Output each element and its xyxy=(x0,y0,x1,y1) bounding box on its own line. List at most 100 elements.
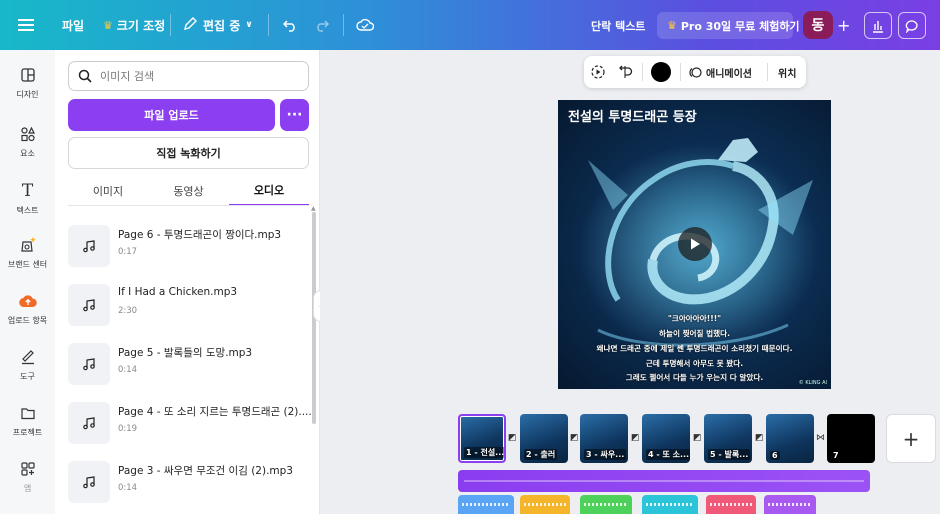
page-label: 7 xyxy=(831,451,841,460)
layout-icon xyxy=(20,64,36,86)
transition-icon[interactable]: ◩ xyxy=(755,433,764,443)
page-thumbnail[interactable]: 4 - 또 소... xyxy=(642,414,690,463)
audio-clip[interactable] xyxy=(458,495,514,514)
menu-icon[interactable] xyxy=(18,0,34,50)
playback-icon[interactable] xyxy=(590,56,606,88)
search-placeholder: 이미지 검색 xyxy=(100,70,155,83)
flip-icon[interactable] xyxy=(616,56,634,88)
transition-icon[interactable]: ◩ xyxy=(570,433,579,443)
page-label: 4 - 또 소... xyxy=(646,449,690,460)
rail-item-elements[interactable]: 요소 xyxy=(0,123,55,159)
page-thumbnail[interactable]: 5 - 발록... xyxy=(704,414,752,463)
music-note-icon xyxy=(68,461,110,503)
list-item[interactable]: Page 3 - 싸우면 무조건 이김 (2).mp3 0:14 xyxy=(68,457,298,509)
page-label: 2 - 출러 xyxy=(524,449,558,460)
transition-icon[interactable]: ◩ xyxy=(631,433,640,443)
uploads-panel: 이미지 검색 파일 업로드 ··· 직접 녹화하기 이미지 동영상 오디오 Pa… xyxy=(55,50,320,514)
rail-label: 앱 xyxy=(23,484,32,493)
editing-mode-dropdown[interactable]: 편집 중 ∨ xyxy=(183,0,253,50)
page-thumbnail[interactable]: 1 - 전설... xyxy=(458,414,506,463)
redo-icon[interactable] xyxy=(314,0,330,50)
upload-file-button[interactable]: 파일 업로드 xyxy=(68,99,275,131)
divider xyxy=(642,63,643,81)
transition-icon[interactable]: ⋈ xyxy=(816,433,825,443)
search-icon xyxy=(78,69,92,83)
file-menu[interactable]: 파일 xyxy=(62,0,84,50)
chevron-down-icon: ∨ xyxy=(245,20,253,30)
audio-duration: 0:14 xyxy=(118,483,138,493)
audio-name: Page 3 - 싸우면 무조건 이김 (2).mp3 xyxy=(118,465,293,477)
story-line: 왜냐면 드래곤 중에 제일 쎈 투명드래곤이 소리쳤기 때문이다. xyxy=(596,344,793,353)
resize-button[interactable]: ♛ 크기 조정 xyxy=(103,0,165,50)
rail-label: 도구 xyxy=(20,372,35,381)
paragraph-text-button[interactable]: 단락 텍스트 xyxy=(581,12,655,39)
folder-icon xyxy=(20,402,36,424)
crown-icon: ♛ xyxy=(667,19,677,32)
design-title: 전설의 투명드래곤 등장 xyxy=(568,110,697,125)
color-swatch[interactable] xyxy=(651,62,671,82)
pro-trial-button[interactable]: ♛ Pro 30일 무료 체험하기 xyxy=(657,12,800,39)
audio-name: Page 6 - 투명드래곤이 짱이다.mp3 xyxy=(118,229,282,241)
page-thumbnail[interactable]: 7 xyxy=(827,414,875,463)
divider xyxy=(680,63,681,81)
cloud-save-icon[interactable] xyxy=(356,0,374,50)
rail-item-projects[interactable]: 프로젝트 xyxy=(0,402,55,438)
audio-list: Page 6 - 투명드래곤이 짱이다.mp3 0:17 If I Had a … xyxy=(55,215,320,514)
tab-audio[interactable]: 오디오 xyxy=(229,176,309,206)
page-thumbnail[interactable]: 3 - 싸우... xyxy=(580,414,628,463)
transition-icon[interactable]: ◩ xyxy=(693,433,702,443)
music-note-icon xyxy=(68,284,110,326)
watermark: © KLING AI xyxy=(798,380,827,386)
story-line: "크아아아아!!!" xyxy=(667,314,722,323)
rail-item-uploads[interactable]: 업로드 항목 xyxy=(0,290,55,326)
story-line: 그래도 쩔어서 다들 누가 우는지 다 알았다. xyxy=(625,373,764,382)
audio-clip[interactable] xyxy=(642,495,698,514)
tab-videos[interactable]: 동영상 xyxy=(148,176,229,206)
position-button[interactable]: 위치 xyxy=(778,56,796,88)
divider xyxy=(268,14,269,36)
audio-clip[interactable] xyxy=(580,495,632,514)
transition-icon[interactable]: ◩ xyxy=(508,433,517,443)
comment-icon[interactable] xyxy=(898,12,926,39)
rail-item-design[interactable]: 디자인 xyxy=(0,64,55,100)
rail-item-apps[interactable]: 앱 xyxy=(0,458,55,494)
add-page-button[interactable]: + xyxy=(886,414,936,463)
rail-item-text[interactable]: T 텍스트 xyxy=(0,180,55,216)
audio-clip[interactable] xyxy=(764,495,816,514)
page-label: 3 - 싸우... xyxy=(584,449,627,460)
more-options-button[interactable]: ··· xyxy=(280,99,309,131)
audio-clip[interactable] xyxy=(706,495,756,514)
rail-label: 텍스트 xyxy=(16,206,39,215)
rail-label: 디자인 xyxy=(16,90,39,99)
play-button[interactable] xyxy=(678,227,712,261)
left-rail: 디자인 요소 T 텍스트 브랜드 센터 업로드 항목 도구 프로젝트 앱 xyxy=(0,50,55,514)
audio-clip[interactable] xyxy=(520,495,570,514)
tab-images[interactable]: 이미지 xyxy=(68,176,148,206)
audio-track[interactable] xyxy=(458,470,870,492)
list-item[interactable]: Page 5 - 발록들의 도망.mp3 0:14 xyxy=(68,339,298,391)
avatar[interactable]: 동 xyxy=(803,11,833,39)
elements-icon xyxy=(20,123,36,145)
rail-item-tools[interactable]: 도구 xyxy=(0,346,55,382)
page-label: 6 xyxy=(770,451,780,460)
rail-label: 브랜드 센터 xyxy=(7,260,48,269)
animate-button[interactable]: 애니메이션 xyxy=(689,56,752,88)
story-line: 하늘이 찢어질 법했다. xyxy=(658,329,731,338)
divider xyxy=(343,14,344,36)
scroll-up-arrow[interactable]: ▲ xyxy=(311,205,316,212)
list-item[interactable]: If I Had a Chicken.mp3 2:30 xyxy=(68,280,298,332)
upload-icon xyxy=(18,290,37,312)
list-item[interactable]: Page 4 - 또 소리 지르는 투명드래곤 (2).... 0:19 xyxy=(68,398,312,450)
search-input[interactable]: 이미지 검색 xyxy=(68,61,309,91)
list-item[interactable]: Page 6 - 투명드래곤이 짱이다.mp3 0:17 xyxy=(68,221,298,273)
top-bar: 파일 ♛ 크기 조정 편집 중 ∨ 단락 텍스트 ♛ Pro 30일 무료 체험… xyxy=(0,0,940,50)
rail-item-brand[interactable]: 브랜드 센터 xyxy=(0,234,55,270)
audio-duration: 0:17 xyxy=(118,247,138,257)
page-thumbnail[interactable]: 6 xyxy=(766,414,814,463)
undo-icon[interactable] xyxy=(282,0,298,50)
record-yourself-button[interactable]: 직접 녹화하기 xyxy=(68,137,309,169)
share-plus-button[interactable]: + xyxy=(837,0,850,50)
insights-icon[interactable] xyxy=(864,12,892,39)
page-thumbnail[interactable]: 2 - 출러 xyxy=(520,414,568,463)
audio-name: Page 5 - 발록들의 도망.mp3 xyxy=(118,347,253,359)
